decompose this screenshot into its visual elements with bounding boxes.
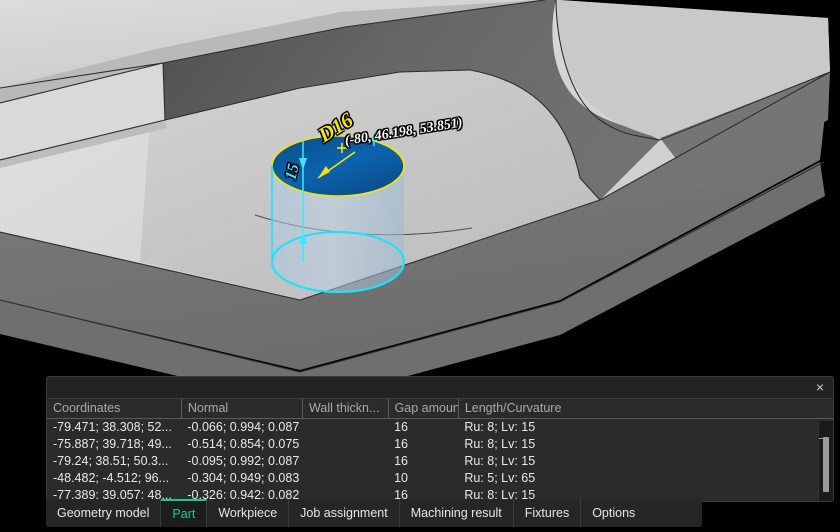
results-table-body: -79.471; 38.308; 52...-0.066; 0.994; 0.0…: [47, 419, 833, 503]
application-window: D16 (-80, 46.198, 53.851) 15 × Coordinat…: [0, 0, 840, 532]
cell-wall_thickness: [303, 453, 389, 470]
cell-coordinates: -79.24; 38.51; 50.3...: [47, 453, 181, 470]
column-header-normal[interactable]: Normal: [181, 399, 302, 419]
scrollbar-thumb[interactable]: [823, 437, 829, 492]
hole-cylinder-geometry: [272, 134, 404, 292]
cell-normal: -0.304; 0.949; 0.083: [181, 470, 302, 487]
cell-length_curvature: Ru: 8; Lv: 15: [458, 419, 833, 436]
cell-gap_amount: 16: [388, 436, 458, 453]
cell-length_curvature: Ru: 5; Lv: 65: [458, 470, 833, 487]
cell-gap_amount: 10: [388, 470, 458, 487]
results-table: Coordinates Normal Wall thickn... Gap am…: [47, 399, 833, 502]
table-vertical-scrollbar[interactable]: [818, 421, 833, 502]
table-row[interactable]: -79.471; 38.308; 52...-0.066; 0.994; 0.0…: [47, 419, 833, 436]
column-header-length-curvature[interactable]: Length/Curvature: [458, 399, 833, 419]
cell-length_curvature: Ru: 8; Lv: 15: [458, 453, 833, 470]
tab-machining-result[interactable]: Machining result: [400, 499, 514, 527]
tab-geometry-model[interactable]: Geometry model: [46, 499, 161, 527]
table-row[interactable]: -75.887; 39.718; 49...-0.514; 0.854; 0.0…: [47, 436, 833, 453]
cell-wall_thickness: [303, 470, 389, 487]
table-row[interactable]: -48.482; -4.512; 96...-0.304; 0.949; 0.0…: [47, 470, 833, 487]
close-icon[interactable]: ×: [811, 378, 829, 396]
table-header-row: Coordinates Normal Wall thickn... Gap am…: [47, 399, 833, 419]
cell-gap_amount: 16: [388, 419, 458, 436]
cell-normal: -0.066; 0.994; 0.087: [181, 419, 302, 436]
tab-part[interactable]: Part: [161, 499, 207, 527]
column-header-gap-amount[interactable]: Gap amount: [388, 399, 458, 419]
cell-coordinates: -75.887; 39.718; 49...: [47, 436, 181, 453]
cell-coordinates: -79.471; 38.308; 52...: [47, 419, 181, 436]
tab-label: Fixtures: [525, 506, 569, 520]
column-header-wall-thickness[interactable]: Wall thickn...: [303, 399, 389, 419]
tab-label: Part: [172, 507, 195, 521]
column-header-coordinates[interactable]: Coordinates: [47, 399, 181, 419]
cell-gap_amount: 16: [388, 453, 458, 470]
cell-normal: -0.514; 0.854; 0.075: [181, 436, 302, 453]
results-table-wrapper: Coordinates Normal Wall thickn... Gap am…: [47, 399, 833, 502]
tab-label: Geometry model: [57, 506, 149, 520]
tab-job-assignment[interactable]: Job assignment: [289, 499, 400, 527]
tab-fixtures[interactable]: Fixtures: [514, 499, 581, 527]
tab-label: Machining result: [411, 506, 502, 520]
cell-length_curvature: Ru: 8; Lv: 15: [458, 436, 833, 453]
cell-normal: -0.095; 0.992; 0.087: [181, 453, 302, 470]
cell-wall_thickness: [303, 419, 389, 436]
tab-options[interactable]: Options: [581, 499, 646, 527]
cell-coordinates: -48.482; -4.512; 96...: [47, 470, 181, 487]
tab-workpiece[interactable]: Workpiece: [207, 499, 289, 527]
bottom-tab-bar: Geometry model Part Workpiece Job assignmen…: [46, 499, 702, 527]
tab-label: Workpiece: [218, 506, 277, 520]
table-row[interactable]: -79.24; 38.51; 50.3...-0.095; 0.992; 0.0…: [47, 453, 833, 470]
measurement-results-panel: × Coordinates Normal Wall thickn... Gap …: [46, 376, 834, 502]
tab-label: Job assignment: [300, 506, 388, 520]
cell-wall_thickness: [303, 436, 389, 453]
tab-label: Options: [592, 506, 635, 520]
panel-titlebar: ×: [47, 377, 833, 399]
